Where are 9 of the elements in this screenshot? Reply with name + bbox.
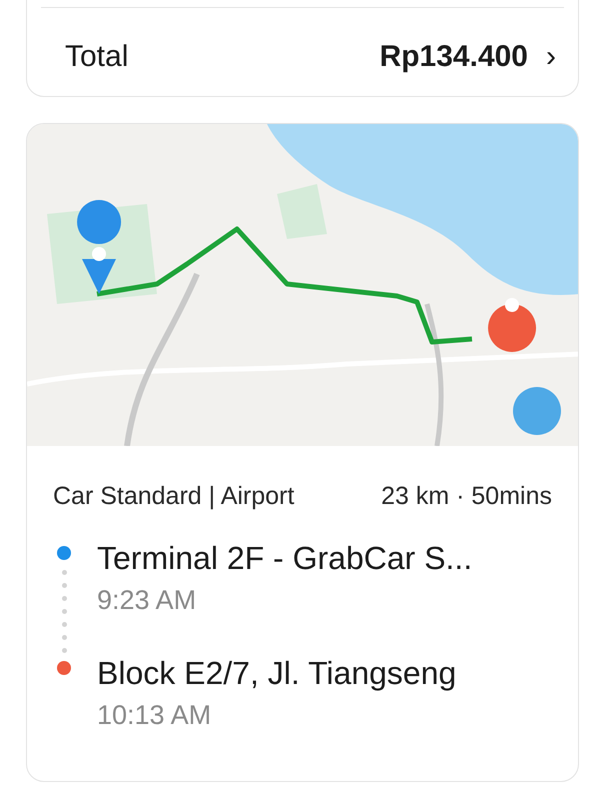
stop-address: Block E2/7, Jl. Tiangseng [97,654,456,692]
service-type: Car Standard | Airport [53,481,294,512]
trip-distance: 23 km · 50mins [381,481,552,512]
stop-time: 10:13 AM [97,698,212,732]
stop-address: Terminal 2F - GrabCar S... [97,538,472,578]
stop-time: 9:23 AM [97,584,198,616]
chevron-icon[interactable]: › [546,42,556,72]
total-amount: Rp134.400 [380,39,528,75]
total-label: Total [65,39,128,75]
